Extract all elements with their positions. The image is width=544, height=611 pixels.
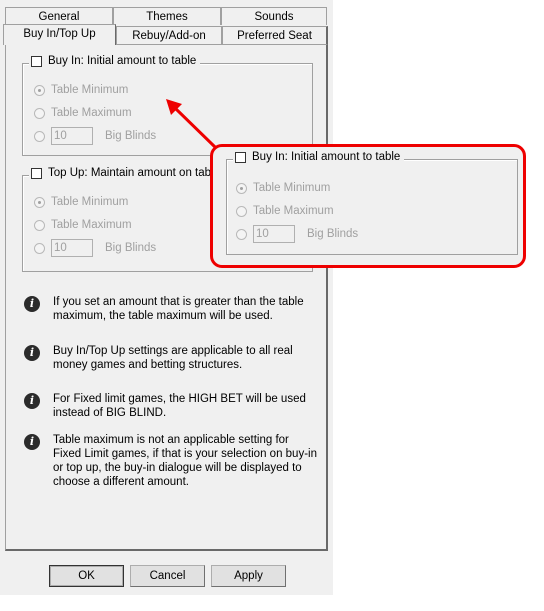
- button-label: Apply: [234, 570, 263, 582]
- buy-in-label: Buy In: Initial amount to table: [48, 55, 197, 67]
- big-blinds-label: Big Blinds: [105, 130, 157, 142]
- tab-themes[interactable]: Themes: [113, 7, 221, 25]
- tab-preferred-seat[interactable]: Preferred Seat: [222, 26, 328, 44]
- callout-buy-in-checkbox: Buy In: Initial amount to table: [233, 151, 405, 163]
- info-icon: i: [24, 296, 40, 312]
- radio-icon: [236, 228, 247, 240]
- tab-label: General: [38, 11, 80, 23]
- buy-in-big-blinds-input[interactable]: 10: [51, 127, 93, 145]
- top-up-big-blinds-input[interactable]: 10: [51, 239, 93, 257]
- tab-label: Preferred Seat: [237, 30, 312, 42]
- radio-label: Table Minimum: [253, 182, 331, 194]
- tab-sounds[interactable]: Sounds: [221, 7, 327, 25]
- cancel-button[interactable]: Cancel: [130, 565, 205, 587]
- callout-buy-in-group: Buy In: Initial amount to table Table Mi…: [226, 151, 518, 255]
- button-label: OK: [78, 570, 95, 582]
- callout-table-maximum-radio: Table Maximum: [236, 205, 334, 217]
- zoom-callout: Buy In: Initial amount to table Table Mi…: [210, 144, 526, 268]
- tab-rebuy-add-on[interactable]: Rebuy/Add-on: [116, 26, 222, 44]
- tab-label: Rebuy/Add-on: [132, 30, 206, 42]
- ok-button[interactable]: OK: [49, 565, 124, 587]
- info-icon: i: [24, 345, 40, 361]
- options-dialog: General Themes Sounds Buy In/Top Up Rebu…: [0, 0, 333, 595]
- buy-in-table-maximum-radio[interactable]: Table Maximum: [34, 107, 132, 119]
- radio-label: Table Maximum: [253, 205, 334, 217]
- tab-buy-in-top-up[interactable]: Buy In/Top Up: [3, 24, 116, 45]
- big-blinds-label: Big Blinds: [105, 242, 157, 254]
- callout-big-blinds-input: 10: [253, 225, 295, 243]
- info-note: i For Fixed limit games, the HIGH BET wi…: [24, 392, 318, 420]
- radio-label: Table Maximum: [51, 107, 132, 119]
- radio-icon[interactable]: [34, 130, 45, 142]
- info-text: For Fixed limit games, the HIGH BET will…: [53, 393, 306, 419]
- top-up-table-minimum-radio[interactable]: Table Minimum: [34, 196, 128, 208]
- radio-icon[interactable]: [34, 219, 45, 231]
- info-note: i If you set an amount that is greater t…: [24, 295, 318, 323]
- radio-label: Table Maximum: [51, 219, 132, 231]
- radio-selected-icon[interactable]: [34, 84, 45, 96]
- radio-selected-icon[interactable]: [34, 196, 45, 208]
- big-blinds-label: Big Blinds: [307, 228, 359, 240]
- info-icon: i: [24, 434, 40, 450]
- top-up-table-maximum-radio[interactable]: Table Maximum: [34, 219, 132, 231]
- button-label: Cancel: [149, 570, 186, 582]
- info-text: Table maximum is not an applicable setti…: [53, 434, 317, 488]
- callout-big-blinds-radio: 10 Big Blinds: [236, 225, 358, 243]
- info-note: i Table maximum is not an applicable set…: [24, 433, 318, 489]
- callout-table-minimum-radio: Table Minimum: [236, 182, 330, 194]
- checkbox-icon[interactable]: [31, 55, 42, 67]
- tab-label: Themes: [146, 11, 188, 23]
- info-text: If you set an amount that is greater tha…: [53, 296, 304, 322]
- radio-icon: [236, 205, 247, 217]
- radio-label: Table Minimum: [51, 84, 129, 96]
- tab-label: Buy In/Top Up: [23, 28, 96, 40]
- top-up-checkbox[interactable]: Top Up: Maintain amount on table: [29, 167, 224, 179]
- radio-icon[interactable]: [34, 242, 45, 254]
- buy-in-group: Buy In: Initial amount to table Table Mi…: [22, 55, 313, 156]
- buy-in-checkbox[interactable]: Buy In: Initial amount to table: [29, 55, 201, 67]
- tab-general[interactable]: General: [5, 7, 113, 25]
- tab-label: Sounds: [254, 11, 294, 23]
- radio-icon[interactable]: [34, 107, 45, 119]
- checkbox-icon[interactable]: [31, 167, 42, 179]
- info-icon: i: [24, 393, 40, 409]
- info-note: i Buy In/Top Up settings are applicable …: [24, 344, 318, 372]
- buy-in-table-minimum-radio[interactable]: Table Minimum: [34, 84, 128, 96]
- buy-in-big-blinds-radio[interactable]: 10 Big Blinds: [34, 127, 156, 145]
- top-up-label: Top Up: Maintain amount on table: [48, 167, 220, 179]
- top-up-big-blinds-radio[interactable]: 10 Big Blinds: [34, 239, 156, 257]
- info-text: Buy In/Top Up settings are applicable to…: [53, 345, 293, 371]
- apply-button[interactable]: Apply: [211, 565, 286, 587]
- radio-label: Table Minimum: [51, 196, 129, 208]
- radio-selected-icon: [236, 182, 247, 194]
- callout-buy-in-label: Buy In: Initial amount to table: [252, 151, 401, 163]
- checkbox-icon: [235, 151, 246, 163]
